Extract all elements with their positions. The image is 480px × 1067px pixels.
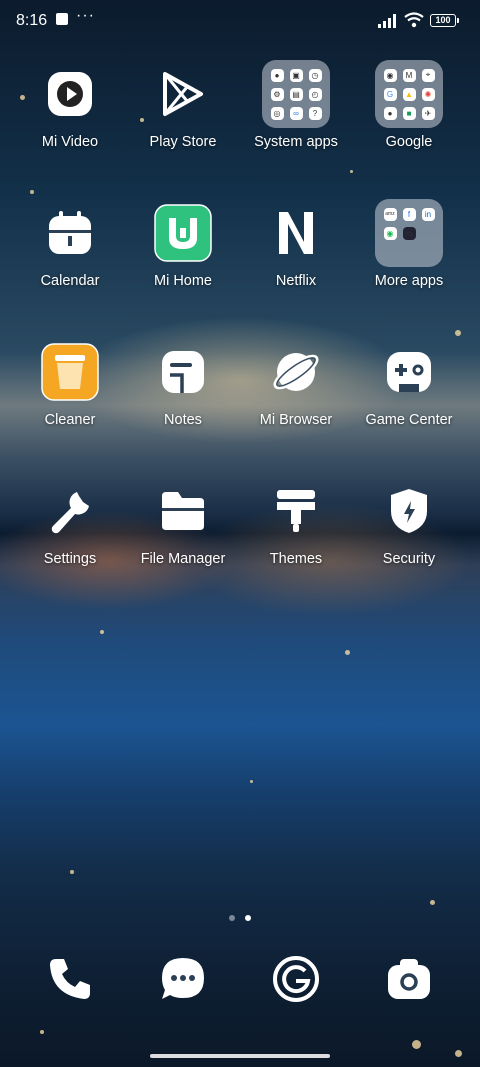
infinity-icon: ∞ [289, 106, 303, 120]
browser-g-icon [273, 956, 319, 1002]
app-label: Settings [43, 551, 97, 567]
netflix-icon [266, 203, 326, 263]
app-security[interactable]: Security [349, 481, 469, 567]
system-apps-folder-icon: ● ▣ ◷ ⚙ ▤ ◴ ◎ ∞ ? [262, 60, 330, 128]
mi-home-icon [153, 203, 213, 263]
app-play-store[interactable]: Play Store [123, 64, 243, 150]
mi-video-icon [40, 64, 100, 124]
app-label: Play Store [149, 134, 217, 150]
app-label: Themes [269, 551, 323, 567]
page-dot-current[interactable] [245, 915, 251, 921]
app-mi-browser[interactable]: Mi Browser [236, 342, 356, 428]
app-label: Notes [164, 412, 202, 428]
app-notes[interactable]: Notes [123, 342, 243, 428]
mi-browser-icon [266, 342, 326, 402]
app-netflix[interactable]: Netflix [236, 203, 356, 289]
battery-icon: 100 [430, 14, 459, 27]
google-folder-icon: ◉ M ⌖ G ▲ ✺ ● ■ ✈ [375, 60, 443, 128]
shield-icon [379, 481, 439, 541]
wrench-icon [40, 481, 100, 541]
page-indicator[interactable] [0, 908, 480, 926]
folder-system-apps[interactable]: ● ▣ ◷ ⚙ ▤ ◴ ◎ ∞ ? System apps [236, 60, 356, 150]
folder-more-apps[interactable]: amz f in ◉ ▭ More apps [349, 199, 469, 289]
app-label: Calendar [40, 273, 100, 289]
assistant-icon: ● [383, 106, 397, 120]
more-apps-folder-icon: amz f in ◉ ▭ [375, 199, 443, 267]
files-go-icon: ✈ [421, 106, 435, 120]
phone-icon [50, 959, 90, 999]
dock-messages[interactable] [123, 955, 243, 1008]
more-notifications-icon: ··· [76, 7, 95, 24]
dock-browser[interactable] [236, 955, 356, 1008]
chrome-icon: ◉ [383, 68, 397, 82]
clock2-icon: ◴ [308, 87, 322, 101]
play-store-icon [153, 64, 213, 124]
app-label: Mi Video [41, 134, 99, 150]
app-label: Game Center [365, 412, 453, 428]
signal-icon [378, 14, 396, 28]
app-label: Google [385, 134, 433, 150]
maps-icon: ⌖ [421, 68, 435, 82]
app-label: Cleaner [44, 412, 96, 428]
messages-icon [162, 958, 204, 999]
compass-icon: ◎ [270, 106, 284, 120]
camera-icon [388, 959, 430, 999]
drive-icon: ▲ [402, 87, 416, 101]
wifi-icon [404, 12, 424, 28]
dock-camera[interactable] [349, 955, 469, 1008]
cleaner-icon [40, 342, 100, 402]
calendar-icon [40, 203, 100, 263]
folder-icon [153, 481, 213, 541]
status-time: 8:16 [16, 12, 48, 29]
amazon-icon: amz [383, 207, 397, 221]
photos-icon: ✺ [421, 87, 435, 101]
app-file-manager[interactable]: File Manager [123, 481, 243, 567]
notes-icon [153, 342, 213, 402]
page-dot[interactable] [229, 915, 235, 921]
game-center-icon [379, 342, 439, 402]
paintbrush-icon [266, 481, 326, 541]
dock-phone[interactable] [10, 955, 130, 1008]
gallery-icon: ▣ [289, 68, 303, 82]
facebook-icon: f [402, 207, 416, 221]
google-g-icon: G [383, 87, 397, 101]
app-themes[interactable]: Themes [236, 481, 356, 567]
app-label: System apps [254, 134, 338, 150]
meet-icon: ■ [402, 106, 416, 120]
contacts-icon: ● [270, 68, 284, 82]
app-cleaner[interactable]: Cleaner [10, 342, 130, 428]
app-label: More apps [374, 273, 444, 289]
recorder-icon: ▤ [289, 87, 303, 101]
app-label: Security [382, 551, 436, 567]
app-calendar[interactable]: Calendar [10, 203, 130, 289]
help-icon: ? [308, 106, 322, 120]
linkedin-icon: in [421, 207, 435, 221]
app-mi-video[interactable]: Mi Video [10, 64, 130, 150]
app-label: Netflix [275, 273, 317, 289]
folder-google[interactable]: ◉ M ⌖ G ▲ ✺ ● ■ ✈ Google [349, 60, 469, 150]
app-label: File Manager [140, 551, 226, 567]
app-settings[interactable]: Settings [10, 481, 130, 567]
app-label: Mi Home [153, 273, 212, 289]
app-game-center[interactable]: Game Center [349, 342, 469, 428]
home-indicator[interactable] [150, 1054, 330, 1058]
spotify-icon: ◉ [383, 226, 397, 240]
gmail-icon: M [402, 68, 416, 82]
app-mi-home[interactable]: Mi Home [123, 203, 243, 289]
status-bar: 8:16 ··· 100 [0, 0, 480, 42]
settings-mini-icon: ⚙ [270, 87, 284, 101]
notification-icon [56, 13, 68, 25]
wallet-icon: ▭ [402, 226, 416, 240]
app-label: Mi Browser [259, 412, 333, 428]
clock-icon: ◷ [308, 68, 322, 82]
